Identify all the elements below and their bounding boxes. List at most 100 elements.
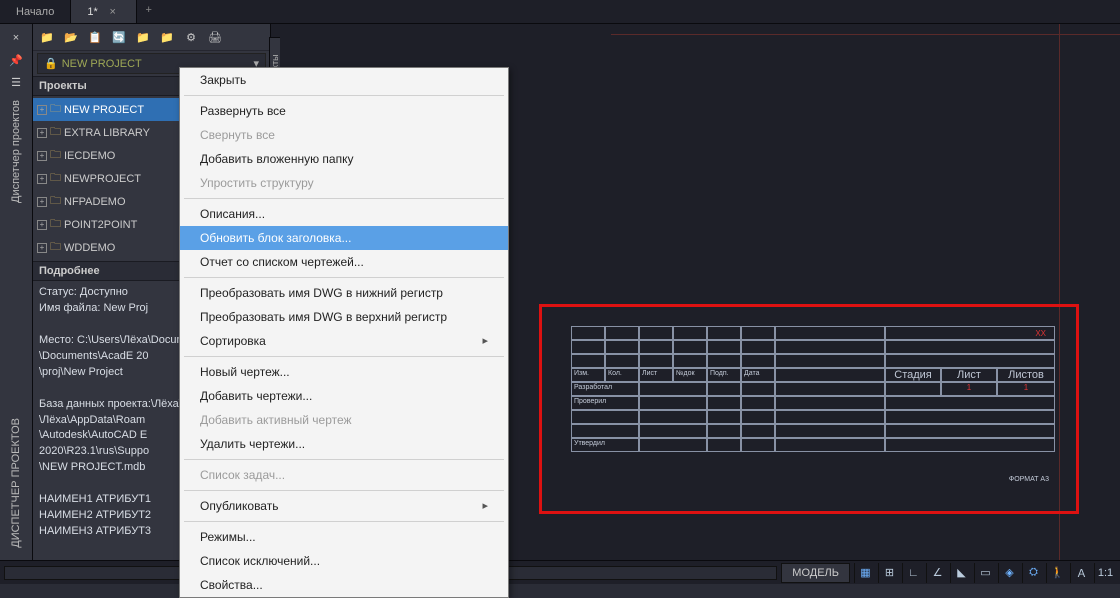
tb-lbl-doc: №док <box>673 368 707 382</box>
tb-val-list: 1 <box>941 382 997 396</box>
tb-lbl-list: Лист <box>639 368 673 382</box>
sb-grid-icon[interactable]: ▦ <box>854 563 876 583</box>
sb-draft-icon[interactable]: ◣ <box>950 563 972 583</box>
ctx-sep <box>184 521 504 522</box>
model-button[interactable]: МОДЕЛЬ <box>781 563 850 583</box>
context-menu: ЗакрытьРазвернуть всеСвернуть всеДобавит… <box>179 67 509 598</box>
tree-item-label: NEWPROJECT <box>64 173 141 185</box>
tab-start-label: Начало <box>16 6 54 18</box>
sb-2d-icon[interactable]: ▭ <box>974 563 996 583</box>
panel-toolbar: 📁 📂 📋 🔄 📁 📁 ⚙ 🖨 <box>33 24 270 51</box>
tb-val-listov: 1 <box>997 382 1055 396</box>
folder-icon: 🗀 <box>50 215 61 234</box>
folder-icon: 🗀 <box>50 169 61 188</box>
tb-lbl-podp: Подп. <box>707 368 741 382</box>
project-selector-label: NEW PROJECT <box>62 58 142 70</box>
tb-role-approve: Утвердил <box>571 438 639 452</box>
tb-refresh-icon[interactable]: 🔄 <box>110 28 128 46</box>
lock-icon: 🔒 <box>44 57 58 70</box>
tab-active[interactable]: 1* × <box>71 0 136 23</box>
guide-h <box>611 34 1120 35</box>
ctx-item-16[interactable]: Добавить чертежи... <box>180 384 508 408</box>
menu-icon[interactable]: ☰ <box>8 74 24 90</box>
tb-print-icon[interactable]: 🖨 <box>206 28 224 46</box>
tab-add[interactable]: + <box>137 0 161 23</box>
tb-folder-icon[interactable]: 📁 <box>158 28 176 46</box>
sb-walk-icon[interactable]: 🚶 <box>1046 563 1068 583</box>
ctx-item-12[interactable]: Преобразовать имя DWG в верхний регистр <box>180 305 508 329</box>
ctx-sep <box>184 277 504 278</box>
app-rail: × 📌 ☰ Диспетчер проектов ДИСПЕТЧЕР ПРОЕК… <box>0 24 33 584</box>
ctx-item-22[interactable]: Опубликовать▸ <box>180 494 508 518</box>
tb-folder-up-icon[interactable]: 📁 <box>134 28 152 46</box>
folder-icon: 🗀 <box>50 192 61 211</box>
sb-snap-icon[interactable]: ⊞ <box>878 563 900 583</box>
chevron-right-icon: ▸ <box>482 334 488 347</box>
rail-label-2: ДИСПЕТЧЕР ПРОЕКТОВ <box>10 418 22 548</box>
expand-icon[interactable]: + <box>37 151 47 161</box>
ctx-sep <box>184 459 504 460</box>
ctx-sep <box>184 490 504 491</box>
tb-settings-icon[interactable]: ⚙ <box>182 28 200 46</box>
folder-icon: 🗀 <box>50 100 61 119</box>
plus-icon: + <box>146 4 152 16</box>
tree-item-label: POINT2POINT <box>64 219 137 231</box>
tb-role-dev: Разработал <box>571 382 639 396</box>
rail-label-1: Диспетчер проектов <box>10 96 22 207</box>
tb-role-check: Проверил <box>571 396 639 410</box>
sb-scale[interactable]: 1:1 <box>1094 563 1116 583</box>
title-block: ХХ Изм. Кол. Лист №док Подп. Дата Стадия… <box>571 326 1061 486</box>
expand-icon[interactable]: + <box>37 243 47 253</box>
folder-icon: 🗀 <box>50 238 61 257</box>
tb-note: ХХ <box>1035 329 1054 338</box>
ctx-item-15[interactable]: Новый чертеж... <box>180 360 508 384</box>
tb-col-listov: Листов <box>997 368 1055 382</box>
ctx-item-0[interactable]: Закрыть <box>180 68 508 92</box>
expand-icon[interactable]: + <box>37 174 47 184</box>
close-icon[interactable]: × <box>106 6 120 18</box>
ctx-item-4[interactable]: Добавить вложенную папку <box>180 147 508 171</box>
folder-icon: 🗀 <box>50 123 61 142</box>
tb-lbl-izm: Изм. <box>571 368 605 382</box>
tb-lbl-kol: Кол. <box>605 368 639 382</box>
tree-item-label: NEW PROJECT <box>64 104 144 116</box>
sb-angle-icon[interactable]: ∠ <box>926 563 948 583</box>
ctx-item-9[interactable]: Отчет со списком чертежей... <box>180 250 508 274</box>
ctx-item-24[interactable]: Режимы... <box>180 525 508 549</box>
close-panel-icon[interactable]: × <box>8 30 24 46</box>
ctx-item-11[interactable]: Преобразовать имя DWG в нижний регистр <box>180 281 508 305</box>
expand-icon[interactable]: + <box>37 220 47 230</box>
expand-icon[interactable]: + <box>37 105 47 115</box>
ctx-item-18[interactable]: Удалить чертежи... <box>180 432 508 456</box>
ctx-item-25[interactable]: Список исключений... <box>180 549 508 573</box>
ctx-item-5: Упростить структуру <box>180 171 508 195</box>
tb-format: ФОРМАТ А3 <box>1009 476 1049 483</box>
tree-item-label: EXTRA LIBRARY <box>64 127 150 139</box>
expand-icon[interactable]: + <box>37 128 47 138</box>
ctx-item-8[interactable]: Обновить блок заголовка... <box>180 226 508 250</box>
sb-ortho-icon[interactable]: ∟ <box>902 563 924 583</box>
tb-lbl-data: Дата <box>741 368 775 382</box>
pin-icon[interactable]: 📌 <box>8 52 24 68</box>
tree-item-label: IECDEMO <box>64 150 115 162</box>
sb-anno-icon[interactable]: Ａ <box>1070 563 1092 583</box>
sb-person-icon[interactable]: ⛭ <box>1022 563 1044 583</box>
ctx-item-13[interactable]: Сортировка▸ <box>180 329 508 353</box>
chevron-right-icon: ▸ <box>482 499 488 512</box>
tb-col-list: Лист <box>941 368 997 382</box>
tb-new-icon[interactable]: 📁 <box>38 28 56 46</box>
tab-active-label: 1* <box>87 6 97 18</box>
tb-open-icon[interactable]: 📂 <box>62 28 80 46</box>
expand-icon[interactable]: + <box>37 197 47 207</box>
ctx-sep <box>184 198 504 199</box>
ctx-item-2[interactable]: Развернуть все <box>180 99 508 123</box>
ctx-sep <box>184 95 504 96</box>
tab-start[interactable]: Начало <box>0 0 71 23</box>
tb-list-icon[interactable]: 📋 <box>86 28 104 46</box>
sb-osnap-icon[interactable]: ◈ <box>998 563 1020 583</box>
ctx-item-26[interactable]: Свойства... <box>180 573 508 597</box>
ctx-sep <box>184 356 504 357</box>
tree-item-label: WDDEMO <box>64 242 115 254</box>
folder-icon: 🗀 <box>50 146 61 165</box>
ctx-item-7[interactable]: Описания... <box>180 202 508 226</box>
